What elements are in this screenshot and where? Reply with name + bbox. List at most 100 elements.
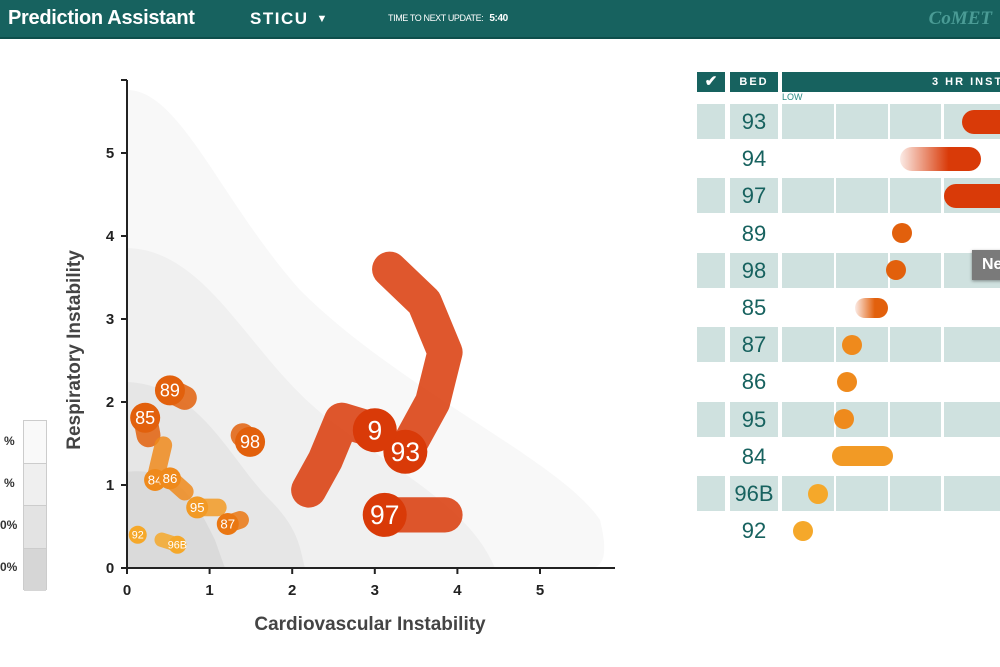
table-row[interactable]: 93 xyxy=(697,104,1000,139)
probability-legend xyxy=(23,420,47,591)
y-tick-label: 1 xyxy=(106,477,114,494)
instability-marker xyxy=(962,109,1000,134)
legend-label: 0% xyxy=(0,560,18,574)
table-row[interactable]: 89 xyxy=(697,216,1000,251)
row-cell xyxy=(890,178,941,214)
instability-marker xyxy=(900,146,982,171)
row-cell xyxy=(782,401,834,437)
row-cell xyxy=(697,327,725,363)
row-cell xyxy=(697,252,725,288)
instability-marker xyxy=(944,183,1000,208)
row-cell xyxy=(890,327,941,363)
y-tick-label: 3 xyxy=(106,311,114,328)
instability-marker xyxy=(842,334,863,355)
table-row[interactable]: 97 xyxy=(697,178,1000,214)
caret-down-icon: ▼ xyxy=(316,13,329,25)
table-row[interactable]: 94 xyxy=(697,141,1000,176)
row-cell xyxy=(836,476,888,511)
instability-marker xyxy=(891,223,912,244)
x-tick-label: 4 xyxy=(453,582,462,599)
row-cell xyxy=(836,104,888,139)
table-row[interactable]: 96B xyxy=(697,476,1000,511)
x-axis-label: Cardiovascular Instability xyxy=(254,614,486,635)
row-cell xyxy=(836,252,888,288)
instability-marker xyxy=(831,446,894,467)
row-cell xyxy=(944,401,1000,437)
row-cell xyxy=(782,327,834,363)
bed-number: 97 xyxy=(741,183,767,209)
row-cell xyxy=(890,476,941,511)
instability-marker xyxy=(855,297,889,318)
unit-selector[interactable]: STICU ▼ xyxy=(250,9,329,29)
legend-label: % xyxy=(4,476,15,490)
bed-number: 85 xyxy=(741,295,767,320)
bed-number: 86 xyxy=(741,369,767,395)
x-tick-label: 1 xyxy=(205,582,213,599)
row-cell xyxy=(782,178,834,214)
update-label: TIME TO NEXT UPDATE: xyxy=(388,13,484,23)
bed-number: 84 xyxy=(741,443,767,469)
app-header: Prediction Assistant STICU ▼ TIME TO NEXT… xyxy=(0,0,1000,39)
bed-number: 94 xyxy=(741,146,767,172)
legend-band xyxy=(24,463,46,506)
point-label: 92 xyxy=(132,530,144,542)
unit-label: STICU xyxy=(250,9,309,28)
legend-label: 0% xyxy=(0,518,18,532)
point-label: 85 xyxy=(135,408,155,428)
x-tick-label: 2 xyxy=(288,582,296,599)
x-tick-label: 5 xyxy=(536,582,544,599)
legend-band xyxy=(24,506,46,549)
table-row[interactable]: 85 xyxy=(697,290,1000,325)
select-all-check-icon[interactable]: ✔ xyxy=(697,72,725,92)
bed-number: 87 xyxy=(741,332,767,358)
point-label: 95 xyxy=(190,500,205,515)
logo: CoMET xyxy=(928,8,992,29)
bed-number: 96B xyxy=(734,481,774,506)
row-cell xyxy=(782,104,834,139)
row-cell xyxy=(697,178,725,214)
bed-number: 93 xyxy=(741,109,767,134)
legend-band xyxy=(24,548,46,591)
bed-number: 98 xyxy=(741,257,767,283)
point-label: 9 xyxy=(367,415,382,445)
row-cell xyxy=(944,476,1000,511)
point-label: 98 xyxy=(240,432,260,452)
y-tick-label: 2 xyxy=(106,394,114,411)
y-tick-label: 5 xyxy=(106,145,114,162)
row-cell xyxy=(697,476,725,511)
x-tick-label: 3 xyxy=(371,582,379,599)
bed-number: 95 xyxy=(741,406,767,432)
table-row[interactable]: 95 xyxy=(697,401,1000,437)
update-value: 5:40 xyxy=(489,13,508,24)
y-axis-label: Respiratory Instability xyxy=(64,250,85,450)
bed-number: 89 xyxy=(741,220,767,246)
instability-marker xyxy=(808,483,829,504)
row-cell xyxy=(697,104,725,139)
legend-label: % xyxy=(4,434,15,448)
tooltip: Ne xyxy=(972,250,1000,280)
update-timer: TIME TO NEXT UPDATE: 5:40 xyxy=(388,13,508,24)
app-title: Prediction Assistant xyxy=(8,7,195,29)
table-row[interactable]: 86 xyxy=(697,364,1000,399)
point-label: 93 xyxy=(391,437,420,467)
point-label: 87 xyxy=(220,517,235,532)
table-row[interactable]: 92 xyxy=(697,513,1000,548)
point-label: 89 xyxy=(160,381,180,401)
y-tick-label: 4 xyxy=(106,228,115,245)
instability-marker xyxy=(792,520,813,541)
table-row[interactable]: 84 xyxy=(697,439,1000,474)
x-tick-label: 0 xyxy=(123,582,131,599)
bed-number: 92 xyxy=(741,518,767,544)
point-label: 97 xyxy=(370,500,399,530)
instability-column-header: 3 HR INSTABILITY xyxy=(782,72,1000,92)
row-cell xyxy=(697,401,725,437)
row-cell xyxy=(782,252,834,288)
instability-chart: 0 1 2 3 4 5 0 1 2 3 4 5 Cardiovascular Instability Re… xyxy=(64,79,615,635)
table-row[interactable]: 87 xyxy=(697,327,1000,363)
row-cell xyxy=(836,178,888,214)
bed-column-header: BED xyxy=(730,72,778,92)
row-cell xyxy=(890,104,941,139)
row-cell xyxy=(944,327,1000,363)
point-label: 96B xyxy=(168,540,187,552)
table-row[interactable]: 98 xyxy=(697,252,1000,288)
